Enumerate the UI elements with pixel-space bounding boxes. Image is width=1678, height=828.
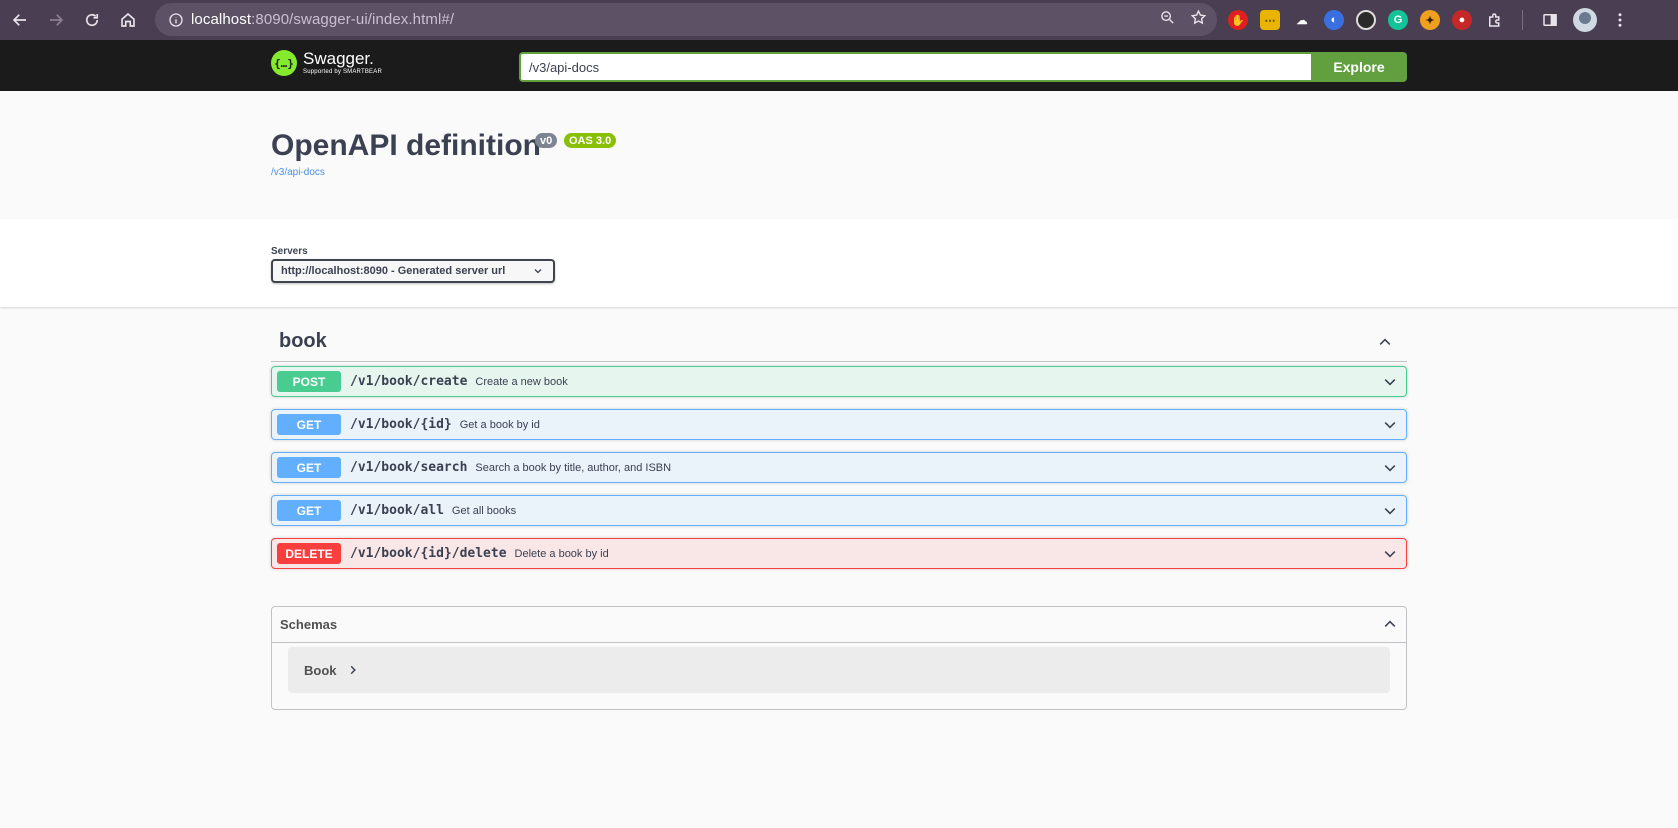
chevron-down-icon[interactable] xyxy=(1382,503,1398,519)
extension-circle-icon[interactable] xyxy=(1356,10,1376,30)
zoom-icon[interactable] xyxy=(1159,9,1176,31)
swagger-logo[interactable]: {…} Swagger. Supported by SMARTBEAR xyxy=(271,50,382,76)
site-info-icon[interactable] xyxy=(161,12,191,28)
page-title: OpenAPI definition xyxy=(271,129,541,162)
opblock-post-create[interactable]: POST /v1/book/create Create a new book xyxy=(271,366,1407,397)
chevron-down-icon[interactable] xyxy=(1382,546,1398,562)
opblock-get-all[interactable]: GET /v1/book/all Get all books xyxy=(271,495,1407,526)
swagger-logo-name: Swagger. xyxy=(303,49,374,68)
operation-path: /v1/book/search xyxy=(350,460,468,475)
extension-grammarly-icon[interactable]: G xyxy=(1388,10,1408,30)
swagger-logo-icon: {…} xyxy=(271,50,297,76)
operation-path: /v1/book/all xyxy=(350,503,444,518)
toolbar-divider xyxy=(1522,10,1523,30)
chevron-up-icon[interactable] xyxy=(1377,334,1393,350)
servers-section: Servers http://localhost:8090 - Generate… xyxy=(0,219,1678,307)
explore-button[interactable]: Explore xyxy=(1311,52,1407,82)
browser-toolbar: localhost:8090/swagger-ui/index.html#/ ✋… xyxy=(0,0,1678,40)
extension-record-icon[interactable]: ● xyxy=(1452,10,1472,30)
method-badge: GET xyxy=(277,457,341,478)
more-menu-icon[interactable] xyxy=(1609,9,1631,31)
chevron-down-icon[interactable] xyxy=(1382,417,1398,433)
operation-path: /v1/book/{id}/delete xyxy=(350,546,507,561)
chevron-down-icon[interactable] xyxy=(1382,460,1398,476)
chevron-right-icon[interactable] xyxy=(347,664,359,676)
spec-url-input[interactable]: /v3/api-docs xyxy=(519,52,1311,82)
back-icon[interactable] xyxy=(2,2,38,38)
bookmark-star-icon[interactable] xyxy=(1190,8,1207,31)
api-info: OpenAPI definition v0 OAS 3.0 /v3/api-do… xyxy=(0,91,1678,219)
schema-item-book[interactable]: Book xyxy=(288,647,1390,693)
schemas-title: Schemas xyxy=(280,617,338,632)
extension-postman-icon[interactable]: ✦ xyxy=(1420,10,1440,30)
oas-badge: OAS 3.0 xyxy=(564,133,617,148)
swagger-logo-subtitle: Supported by SMARTBEAR xyxy=(303,69,382,75)
operation-path: /v1/book/create xyxy=(350,374,468,389)
method-badge: POST xyxy=(277,371,341,392)
operation-summary: Delete a book by id xyxy=(514,547,609,560)
servers-label: Servers xyxy=(271,246,308,257)
version-badge: v0 xyxy=(535,133,558,148)
operation-summary: Get a book by id xyxy=(459,418,540,431)
schemas-section: Schemas Book xyxy=(271,606,1407,710)
home-icon[interactable] xyxy=(110,2,146,38)
extension-notes-icon[interactable]: ⋯ xyxy=(1260,10,1280,30)
chevron-down-icon[interactable] xyxy=(1382,374,1398,390)
opblock-get-by-id[interactable]: GET /v1/book/{id} Get a book by id xyxy=(271,409,1407,440)
chevron-up-icon[interactable] xyxy=(1382,616,1398,632)
opblock-get-search[interactable]: GET /v1/book/search Search a book by tit… xyxy=(271,452,1407,483)
operation-summary: Create a new book xyxy=(475,375,568,388)
extension-adblock-icon[interactable]: ✋ xyxy=(1228,10,1248,30)
schemas-header[interactable]: Schemas xyxy=(272,607,1406,643)
address-bar[interactable]: localhost:8090/swagger-ui/index.html#/ xyxy=(155,3,1217,36)
schema-name: Book xyxy=(304,662,337,678)
forward-icon[interactable] xyxy=(38,2,74,38)
extension-cloud-icon[interactable]: ☁ xyxy=(1292,10,1312,30)
side-panel-icon[interactable] xyxy=(1539,9,1561,31)
servers-selected-value: http://localhost:8090 - Generated server… xyxy=(281,265,506,277)
operation-summary: Search a book by title, author, and ISBN xyxy=(475,461,672,474)
tag-header-book[interactable]: book xyxy=(271,324,1407,362)
address-url: localhost:8090/swagger-ui/index.html#/ xyxy=(191,11,454,28)
chevron-down-icon xyxy=(534,269,542,274)
explore-form: /v3/api-docs Explore xyxy=(519,52,1407,82)
url-path: :8090/swagger-ui/index.html#/ xyxy=(251,11,455,28)
extension-browser-icon[interactable]: ◐ xyxy=(1324,10,1344,30)
extensions-puzzle-icon[interactable] xyxy=(1484,9,1506,31)
tag-name: book xyxy=(279,330,327,352)
opblock-delete[interactable]: DELETE /v1/book/{id}/delete Delete a boo… xyxy=(271,538,1407,569)
method-badge: GET xyxy=(277,500,341,521)
url-host: localhost xyxy=(191,11,252,28)
profile-avatar[interactable] xyxy=(1573,8,1597,32)
operation-path: /v1/book/{id} xyxy=(350,417,452,432)
operation-summary: Get all books xyxy=(451,504,517,517)
method-badge: GET xyxy=(277,414,341,435)
spec-link[interactable]: /v3/api-docs xyxy=(271,167,325,178)
method-badge: DELETE xyxy=(277,543,341,564)
reload-icon[interactable] xyxy=(74,2,110,38)
servers-select[interactable]: http://localhost:8090 - Generated server… xyxy=(271,259,555,283)
